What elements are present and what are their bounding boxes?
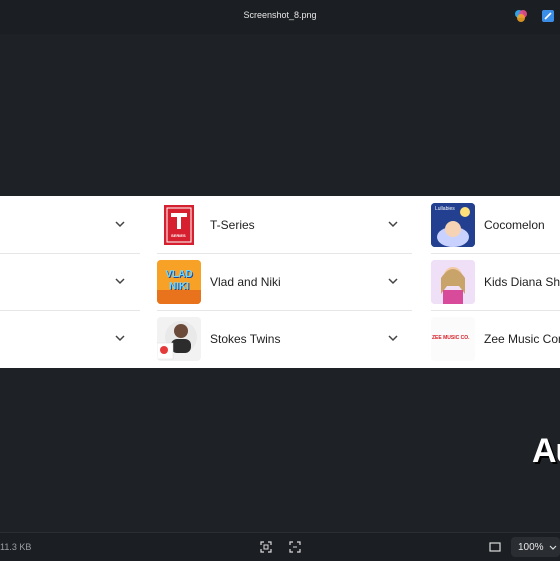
vlad-niki-logo: VLAD NIKI <box>157 260 201 304</box>
vlad-niki-logo-text: VLAD NIKI <box>165 269 193 292</box>
edit-image-icon[interactable] <box>541 9 555 23</box>
file-size: 11.3 KB <box>0 542 32 552</box>
list-item[interactable]: Lullabies Cocomelon <box>431 196 560 254</box>
channel-name: Zee Music Com <box>484 332 560 346</box>
channel-name: Kids Diana Sho <box>484 275 560 289</box>
chevron-down-icon[interactable] <box>387 218 399 230</box>
chevron-down-icon <box>549 545 557 550</box>
zee-music-logo-text: ZEE MUSIC CO. <box>432 335 470 341</box>
t-series-logo-text: SERIES <box>171 233 186 238</box>
list-item[interactable]: Stokes Twins <box>157 310 412 367</box>
chevron-down-icon[interactable] <box>114 332 126 344</box>
screenshot-content: SERIES T-Series VLAD NIKI Vlad and Niki … <box>0 196 560 368</box>
zoom-level: 100% <box>518 542 544 553</box>
list-item[interactable] <box>0 253 140 311</box>
status-bar: 11.3 KB 100% <box>0 532 560 561</box>
t-series-logo: SERIES <box>157 203 201 247</box>
list-item[interactable]: ZEE MUSIC CO. Zee Music Com <box>431 310 560 367</box>
list-item[interactable]: VLAD NIKI Vlad and Niki <box>157 253 412 311</box>
fullscreen-icon[interactable] <box>488 540 502 554</box>
title-bar: Screenshot_8.png <box>0 0 560 34</box>
cocomelon-logo: Lullabies <box>431 203 475 247</box>
list-item[interactable]: Kids Diana Sho <box>431 253 560 311</box>
window-title: Screenshot_8.png <box>243 10 317 20</box>
list-item[interactable] <box>0 196 140 254</box>
partial-overlay-text: Au <box>532 432 560 470</box>
channel-name: Cocomelon <box>484 218 545 232</box>
list-item[interactable] <box>0 310 140 367</box>
channel-name: Stokes Twins <box>210 332 281 346</box>
fit-to-window-icon[interactable] <box>259 540 273 554</box>
kids-diana-show-avatar <box>431 260 475 304</box>
chevron-down-icon[interactable] <box>114 218 126 230</box>
channel-name: Vlad and Niki <box>210 275 281 289</box>
chevron-down-icon[interactable] <box>114 275 126 287</box>
cocomelon-logo-text: Lullabies <box>435 206 455 212</box>
stokes-twins-avatar <box>157 317 201 361</box>
channel-name: T-Series <box>210 218 255 232</box>
chevron-down-icon[interactable] <box>387 332 399 344</box>
chevron-down-icon[interactable] <box>387 275 399 287</box>
copilot-icon[interactable] <box>514 9 528 23</box>
actual-size-icon[interactable] <box>288 540 302 554</box>
zoom-dropdown[interactable]: 100% <box>511 537 560 557</box>
list-item[interactable]: SERIES T-Series <box>157 196 412 254</box>
zee-music-logo: ZEE MUSIC CO. <box>431 317 475 361</box>
